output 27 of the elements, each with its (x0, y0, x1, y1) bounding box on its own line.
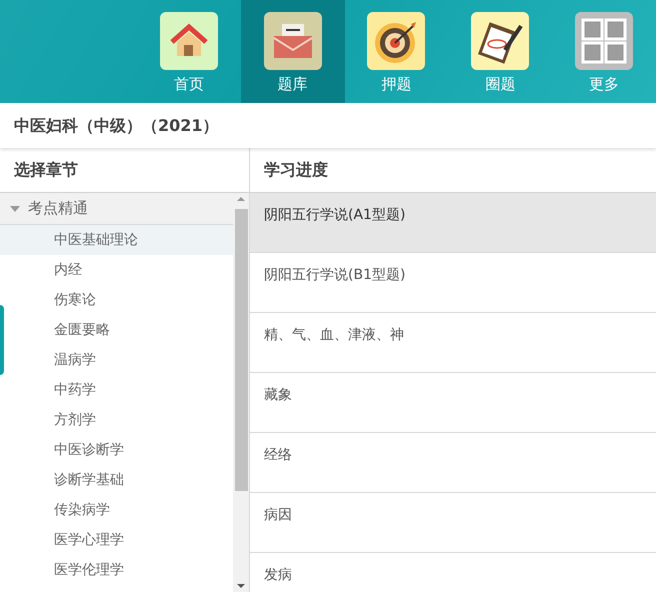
tree-node[interactable]: 考点精通 (0, 193, 233, 225)
chapter-item[interactable]: 内经 (0, 255, 233, 285)
chapter-item[interactable]: 中医基础理论 (0, 225, 233, 255)
chapter-item[interactable]: 温病学 (0, 345, 233, 375)
chapter-item[interactable]: 中药学 (0, 375, 233, 405)
course-title: 中医妇科（中级）（2021） (14, 114, 219, 136)
nav-tab[interactable]: 首页 (137, 0, 241, 103)
chapter-item[interactable]: 诊断学基础 (0, 465, 233, 495)
target-icon (367, 12, 426, 70)
chapter-item[interactable]: 医学伦理学 (0, 555, 233, 585)
panel-heading: 学习进度 (264, 159, 328, 181)
chapter-item[interactable]: 伤寒论 (0, 285, 233, 315)
house-icon (160, 12, 218, 70)
chapter-item[interactable]: 医学心理学 (0, 525, 233, 555)
side-tab[interactable] (0, 305, 4, 375)
progress-row[interactable]: 阴阳五行学说(A1型题) (250, 193, 656, 253)
scrollbar[interactable] (233, 193, 249, 592)
nav-tab[interactable]: 题库 (240, 0, 345, 103)
panel-heading: 选择章节 (14, 159, 78, 181)
chapter-item[interactable]: 传染病学 (0, 495, 233, 525)
chapter-item[interactable]: 中医诊断学 (0, 435, 233, 465)
chapter-item[interactable]: 金匮要略 (0, 315, 233, 345)
envelope-icon (264, 12, 322, 70)
clipboard-icon (471, 12, 530, 70)
grid-icon (575, 12, 634, 70)
nav-tab[interactable]: 押题 (344, 0, 448, 103)
chapter-item[interactable]: 方剂学 (0, 405, 233, 435)
